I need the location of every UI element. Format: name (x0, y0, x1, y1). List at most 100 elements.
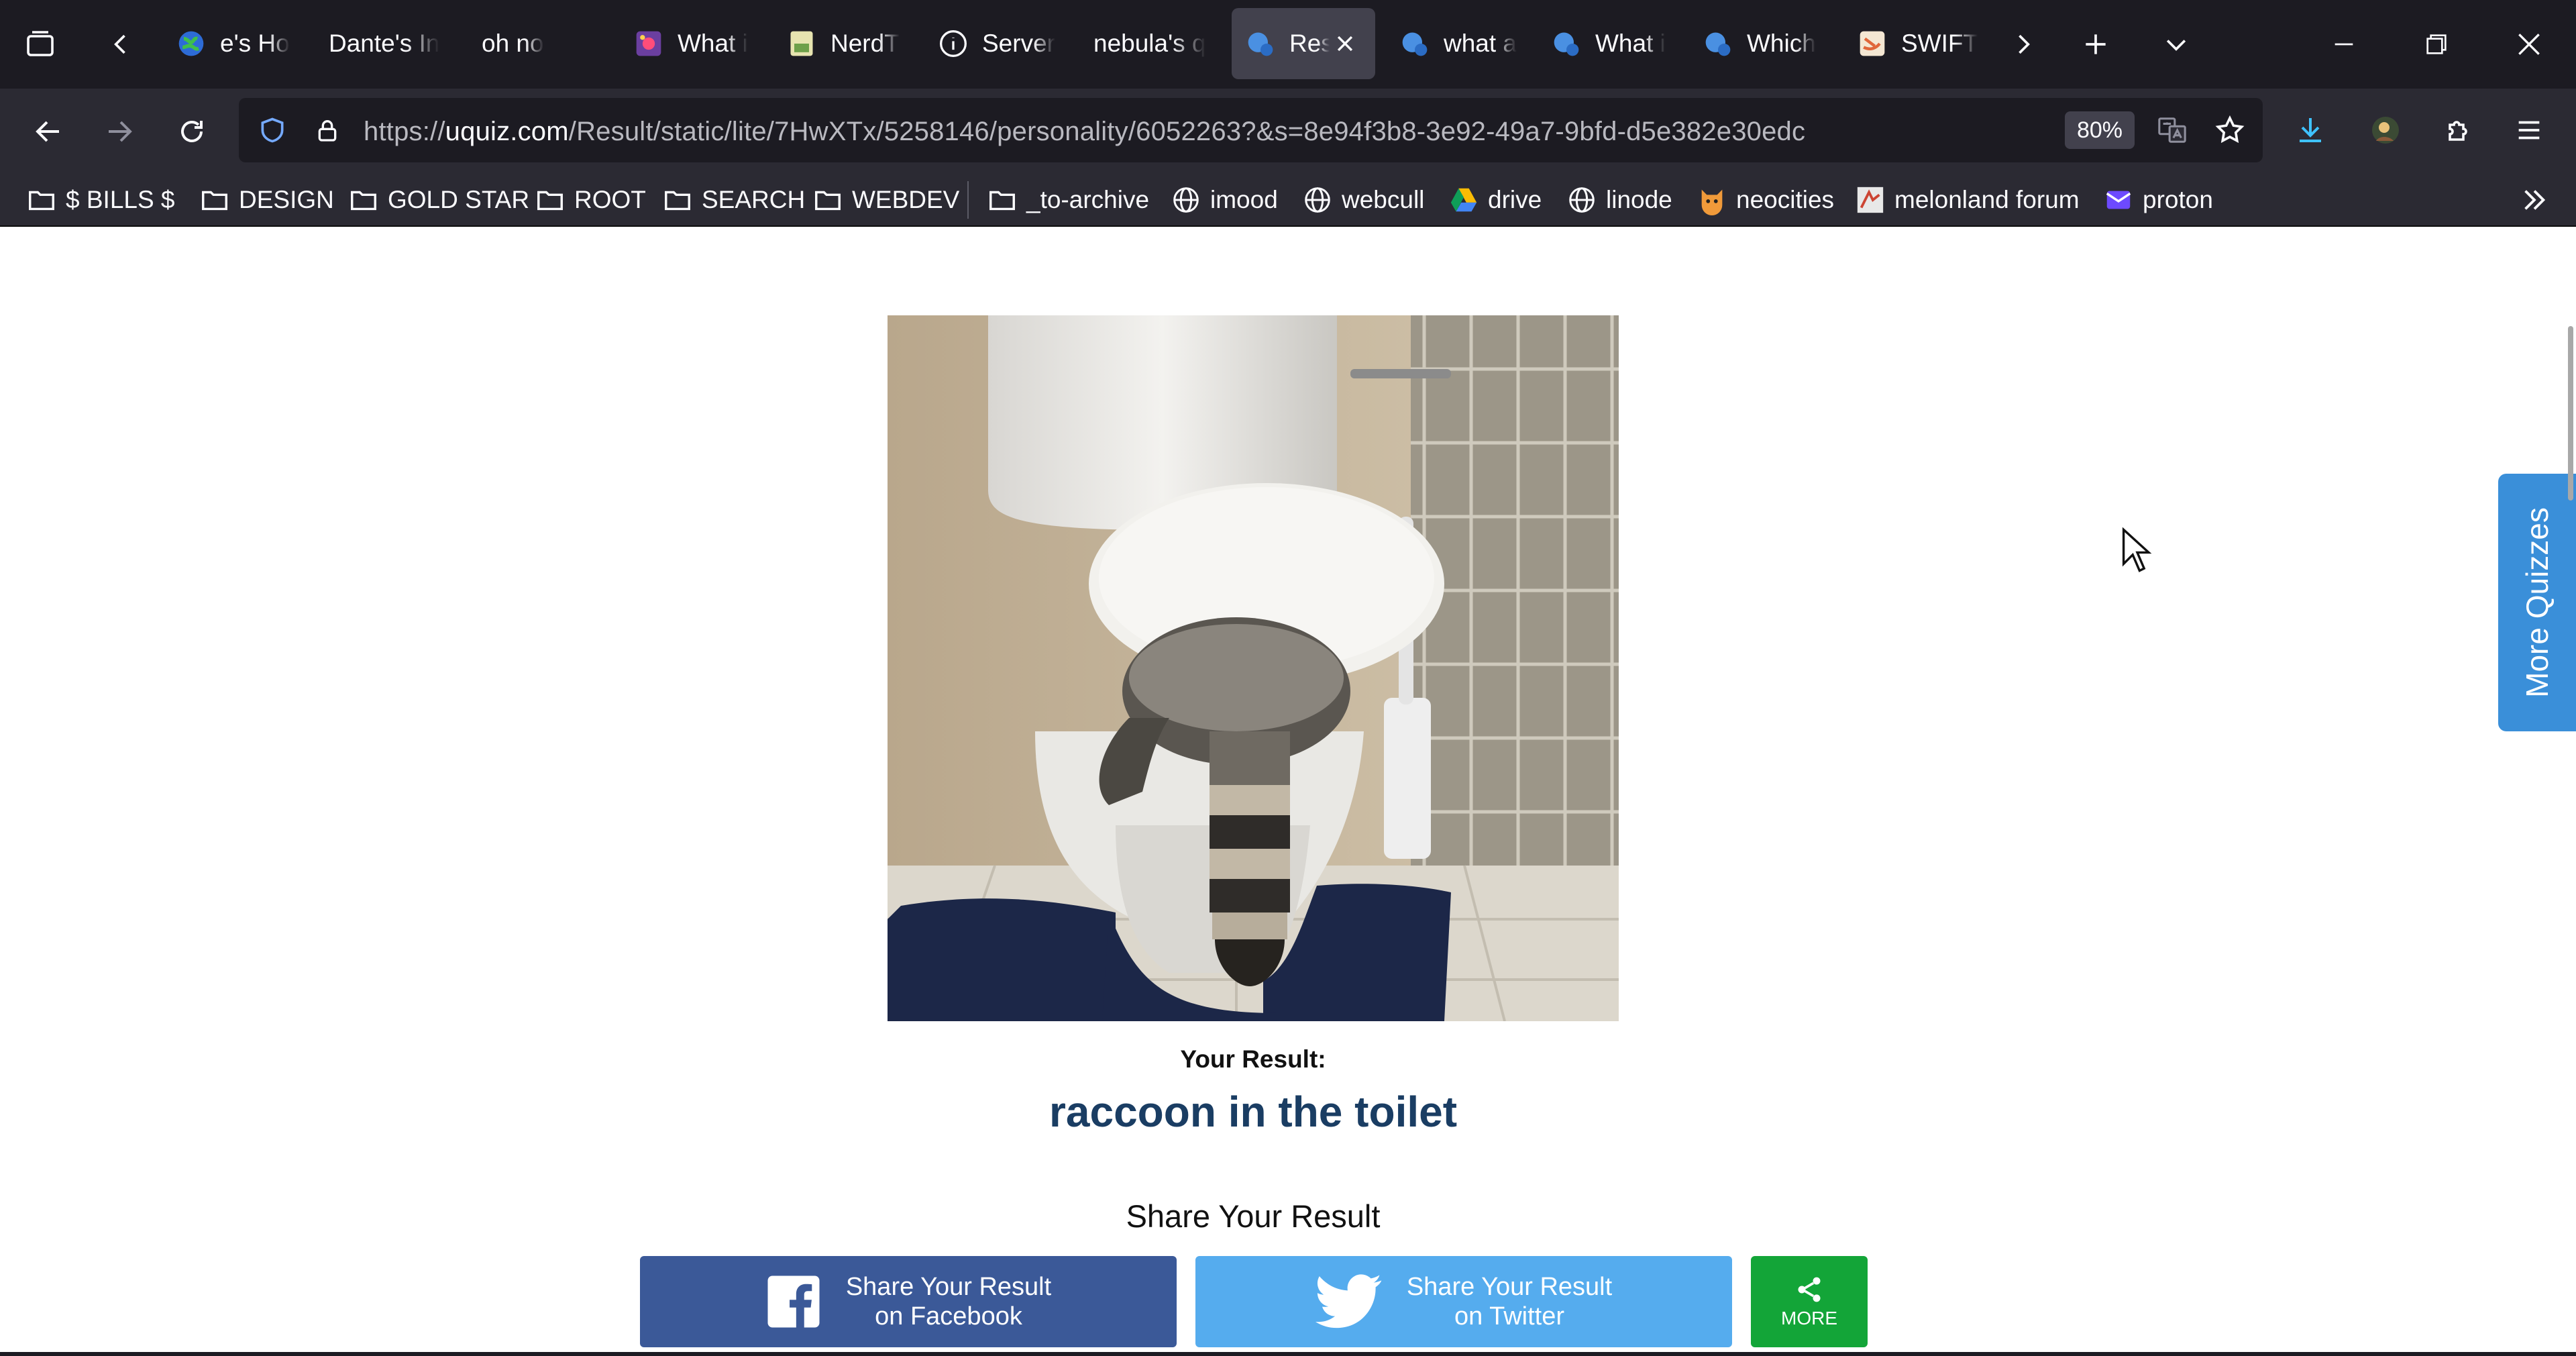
close-window-button[interactable] (2509, 24, 2549, 64)
folder-icon (25, 184, 58, 216)
proton-mail-icon (2102, 184, 2135, 216)
reload-button[interactable] (170, 110, 213, 153)
list-all-tabs-button[interactable] (2156, 24, 2196, 64)
tab-5[interactable]: NerdT (786, 8, 907, 79)
result-image (888, 315, 1619, 1021)
share-more-button[interactable]: MORE (1751, 1256, 1868, 1347)
bookmark-melonland-forum[interactable]: melonland forum (1854, 180, 2080, 220)
bookmark-folder-webdev[interactable]: WEBDEV (812, 180, 959, 220)
bookmark-drive[interactable]: drive (1448, 180, 1542, 220)
chevron-down-icon (2166, 40, 2186, 51)
tab-6[interactable]: Server (938, 8, 1059, 79)
drive-icon (1448, 184, 1480, 216)
bookmarks-overflow-button[interactable] (2514, 180, 2555, 220)
share-facebook-label: Share Your Result on Facebook (846, 1272, 1051, 1331)
share-facebook-line1: Share Your Result (845, 1273, 1052, 1301)
nerdtest-icon (786, 28, 817, 59)
url-path: /Result/static/lite/7HwXTx/5258146/perso… (568, 117, 1806, 146)
bookmark-proton[interactable]: proton (2102, 180, 2213, 220)
translate-button[interactable] (2153, 111, 2191, 149)
tab-2[interactable]: Dante's In (329, 8, 449, 79)
share-twitter-line1: Share Your Result (1406, 1273, 1613, 1301)
bookmark-label: GOLD STAR (388, 186, 530, 213)
page-scrollbar-thumb[interactable] (2568, 326, 2573, 501)
bookmark-label: neocities (1736, 186, 1835, 213)
share-facebook-line2: on Facebook (875, 1302, 1022, 1331)
uquiz-icon (1703, 28, 1733, 59)
tab-8-active[interactable]: Res (1232, 8, 1375, 79)
tab-7[interactable]: nebula's q (1093, 8, 1214, 79)
neocities-cat-icon (1696, 184, 1728, 216)
forward-button[interactable] (98, 110, 141, 153)
extensions-button[interactable] (2436, 109, 2479, 152)
downloads-button[interactable] (2289, 109, 2332, 152)
tab-overview-button[interactable] (16, 24, 64, 64)
site-info-button[interactable] (310, 113, 345, 148)
tab-11[interactable]: Which (1703, 8, 1823, 79)
tracking-protection-button[interactable] (255, 113, 290, 148)
more-quizzes-side-tab[interactable]: More Quizzes (2498, 474, 2576, 731)
new-tab-button[interactable] (2076, 24, 2116, 64)
download-icon (2300, 118, 2321, 142)
bookmark-folder-gold-star[interactable]: GOLD STAR (347, 180, 529, 220)
bookmark-folder-to-archive[interactable]: _to-archive (986, 180, 1149, 220)
tab-scroll-right-button[interactable] (2003, 24, 2043, 64)
twitter-bird-icon (1315, 1273, 1383, 1330)
address-bar[interactable]: https://uquiz.com/Result/static/lite/7Hw… (239, 98, 2263, 162)
restore-button[interactable] (2416, 24, 2457, 64)
bookmark-neocities[interactable]: neocities (1696, 180, 1834, 220)
double-chevron-right-icon (2524, 190, 2546, 210)
bookmark-label: ROOT (574, 186, 646, 213)
bookmark-label: drive (1488, 186, 1542, 213)
tab-4[interactable]: What i (633, 8, 754, 79)
bookmark-folder-root[interactable]: ROOT (534, 180, 646, 220)
bookmark-imood[interactable]: imood (1170, 180, 1278, 220)
folder-icon (347, 184, 380, 216)
bookmark-webcull[interactable]: webcull (1301, 180, 1424, 220)
bookmark-folder-search[interactable]: SEARCH (661, 180, 805, 220)
avatar-icon (2372, 117, 2399, 144)
sparkle-icon (633, 28, 664, 59)
bookmark-folder-design[interactable]: DESIGN (199, 180, 334, 220)
tab-title: What i (1595, 30, 1666, 57)
share-twitter-label: Share Your Result on Twitter (1407, 1272, 1612, 1331)
globe-icon (1301, 184, 1334, 216)
back-button[interactable] (27, 110, 70, 153)
url-text[interactable]: https://uquiz.com/Result/static/lite/7Hw… (364, 117, 1805, 147)
globe-icon (1170, 184, 1202, 216)
shield-icon (261, 117, 284, 143)
tab-title: Dante's In (329, 30, 440, 57)
tab-3[interactable]: oh no (482, 8, 602, 79)
folder-icon (986, 184, 1018, 216)
folder-icon (534, 184, 566, 216)
tab-scroll-left-button[interactable] (101, 24, 141, 64)
close-tab-button[interactable] (1330, 28, 1360, 59)
zoom-reset-button[interactable]: 80% (2065, 111, 2135, 149)
tab-title: nebula's q (1093, 30, 1206, 57)
tab-title: NerdT (830, 30, 900, 57)
share-facebook-button[interactable]: Share Your Result on Facebook (640, 1256, 1177, 1347)
chevron-left-icon (114, 34, 125, 54)
your-result-heading: Your Result: (1180, 1045, 1326, 1073)
bookmark-linode[interactable]: linode (1566, 180, 1672, 220)
share-heading: Share Your Result (1126, 1198, 1381, 1234)
url-host: uquiz.com (445, 117, 569, 146)
profile-avatar-button[interactable] (2364, 109, 2407, 152)
close-icon (2518, 34, 2540, 55)
bookmark-folder-bills[interactable]: $ BILLS $ (25, 180, 175, 220)
app-menu-button[interactable] (2508, 109, 2551, 152)
minimize-button[interactable] (2324, 24, 2364, 64)
share-twitter-button[interactable]: Share Your Result on Twitter (1195, 1256, 1732, 1347)
tab-12[interactable]: SWIFT (1857, 8, 1978, 79)
raccoon-in-toilet-photo (888, 315, 1619, 1021)
tab-10[interactable]: What i (1551, 8, 1672, 79)
tab-9[interactable]: what a (1399, 8, 1520, 79)
tab-1[interactable]: e's Ho (176, 8, 297, 79)
bookmark-label: WEBDEV (852, 186, 960, 213)
bookmark-star-button[interactable] (2211, 111, 2249, 149)
minimize-icon (2334, 43, 2353, 46)
bookmark-label: linode (1606, 186, 1672, 213)
bookmarks-separator (967, 181, 969, 219)
tab-title: Server (982, 30, 1055, 57)
arrow-left-icon (36, 121, 59, 142)
